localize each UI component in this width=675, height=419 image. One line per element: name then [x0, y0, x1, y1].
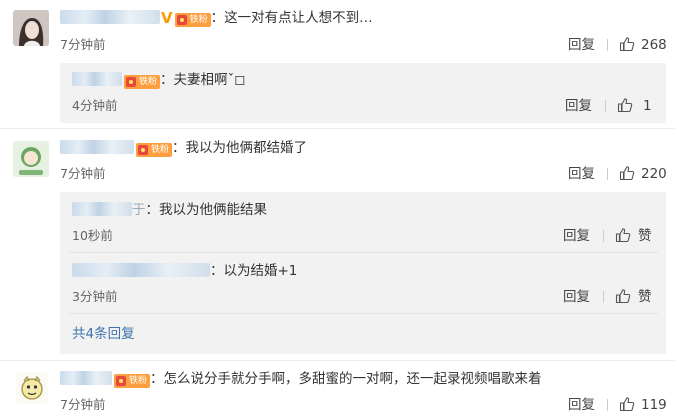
username-blurred[interactable]	[72, 202, 132, 216]
reply-text: 以为结婚+1	[223, 263, 298, 279]
avatar[interactable]	[13, 10, 49, 46]
comment-header: V 铁粉 ：这一对有点让人想不到…	[60, 9, 373, 27]
reply-button[interactable]: 回复	[565, 98, 592, 114]
comment-time: 7分钟前	[60, 166, 106, 181]
username-blurred[interactable]	[60, 10, 160, 24]
view-more-replies-link[interactable]: 共4条回复	[72, 326, 135, 342]
username-blurred[interactable]	[60, 140, 134, 154]
divider	[607, 168, 608, 180]
reply-time: 4分钟前	[72, 98, 118, 113]
comment-item: 铁粉 ：我以为他俩都结婚了 7分钟前 回复 220 于：我以为他俩能结果 10秒前…	[0, 128, 675, 360]
like-label[interactable]: 赞	[638, 228, 652, 244]
girl-photo-avatar-icon	[13, 10, 49, 46]
like-count: 119	[641, 397, 667, 413]
comment-header: 铁粉 ：我以为他俩都结婚了	[60, 139, 307, 157]
thumbs-up-icon[interactable]	[615, 227, 631, 243]
divider	[603, 230, 604, 242]
divider	[603, 291, 604, 303]
comment-time: 7分钟前	[60, 37, 106, 52]
reply-text: 夫妻相啊ˇ◻	[173, 72, 246, 88]
username-blurred[interactable]	[72, 263, 210, 277]
divider	[607, 39, 608, 51]
green-character-avatar-icon	[13, 141, 49, 177]
reply-list: 铁粉 ：夫妻相啊ˇ◻ 4分钟前 回复 1	[60, 63, 666, 123]
fan-badge: 铁粉	[124, 75, 161, 89]
fan-badge: 铁粉	[136, 143, 173, 157]
reply-list: 于：我以为他俩能结果 10秒前 回复 赞 ：以为结婚+1 3分钟前 回复 赞 共…	[60, 192, 666, 354]
comment-text: 怎么说分手就分手啊，多甜蜜的一对啊，还一起录视频唱歌来着	[163, 371, 542, 387]
divider	[68, 252, 658, 253]
reply-button[interactable]: 回复	[568, 166, 595, 182]
divider	[68, 313, 658, 314]
avatar[interactable]	[13, 141, 49, 177]
cartoon-face-avatar-icon	[16, 372, 48, 404]
avatar[interactable]	[16, 372, 48, 404]
reply-header: ：以为结婚+1	[72, 262, 297, 280]
reply-text: 我以为他俩能结果	[159, 202, 267, 218]
reply-button[interactable]: 回复	[568, 37, 595, 53]
like-count: 1	[643, 98, 652, 114]
username-blurred[interactable]	[72, 72, 122, 86]
reply-button[interactable]: 回复	[563, 289, 590, 305]
comment-text: 这一对有点让人想不到…	[224, 10, 373, 26]
fan-badge: 铁粉	[114, 374, 151, 388]
comment-text: 我以为他俩都结婚了	[185, 140, 308, 156]
comment-item: 铁粉 ：怎么说分手就分手啊，多甜蜜的一对啊，还一起录视频唱歌来着 7分钟前 回复 …	[0, 360, 675, 419]
reply-button[interactable]: 回复	[568, 397, 595, 413]
username-suffix[interactable]: 于	[132, 202, 146, 218]
thumbs-up-icon[interactable]	[619, 36, 635, 52]
divider	[605, 100, 606, 112]
verified-v-icon: V	[161, 9, 173, 27]
comment-item: V 铁粉 ：这一对有点让人想不到… 7分钟前 回复 268 铁粉 ：夫妻相啊ˇ◻ 4分…	[0, 0, 675, 125]
thumbs-up-icon[interactable]	[619, 165, 635, 181]
reply-header: 铁粉 ：夫妻相啊ˇ◻	[72, 71, 245, 89]
reply-header: 于：我以为他俩能结果	[72, 201, 267, 219]
comment-header: 铁粉 ：怎么说分手就分手啊，多甜蜜的一对啊，还一起录视频唱歌来着	[60, 370, 542, 388]
reply-time: 3分钟前	[72, 289, 118, 304]
like-label[interactable]: 赞	[638, 289, 652, 305]
thumbs-up-icon[interactable]	[617, 97, 633, 113]
thumbs-up-icon[interactable]	[615, 288, 631, 304]
like-count: 268	[641, 37, 667, 53]
comment-time: 7分钟前	[60, 397, 106, 412]
reply-time: 10秒前	[72, 228, 113, 243]
reply-button[interactable]: 回复	[563, 228, 590, 244]
username-blurred[interactable]	[60, 371, 112, 385]
divider	[607, 399, 608, 411]
like-count: 220	[641, 166, 667, 182]
fan-badge: 铁粉	[174, 13, 211, 27]
thumbs-up-icon[interactable]	[619, 396, 635, 412]
